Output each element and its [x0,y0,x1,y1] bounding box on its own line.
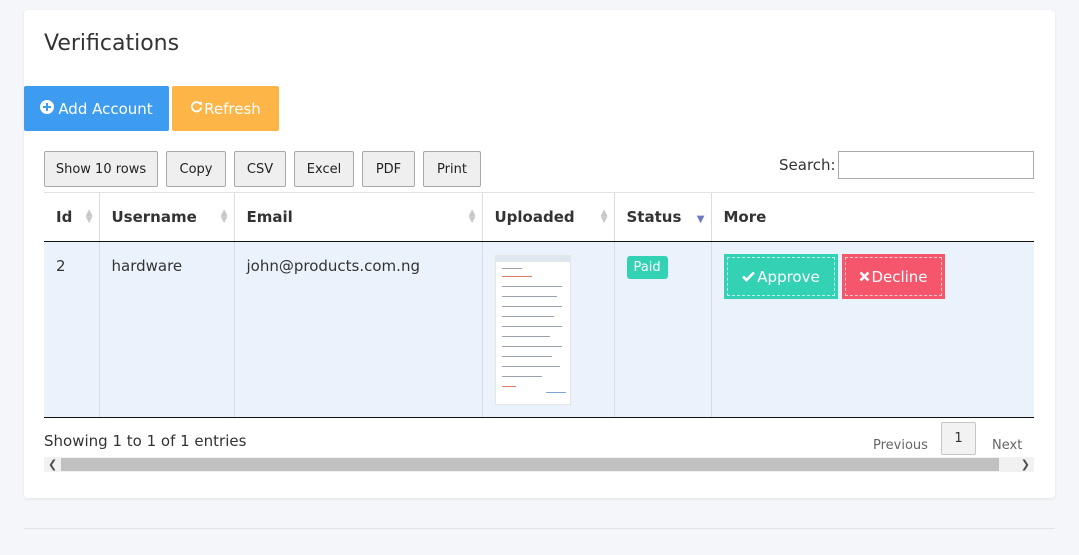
horizontal-scrollbar[interactable]: ❮ ❯ [44,457,1034,472]
column-header-email[interactable]: Email ▲ ▼ [234,193,483,242]
page-title: Verifications [44,31,180,56]
cell-username: hardware [99,241,235,418]
uploaded-document-thumbnail[interactable] [494,254,571,405]
add-account-button[interactable]: Add Account [24,86,169,131]
plus-circle-icon [40,99,55,118]
verifications-table: Id ▲ ▼ Username ▲ ▼ Email ▲ ▼ Uploaded ▲ ▼ Statu… [44,192,1034,418]
scroll-left-icon[interactable]: ❮ [48,457,57,472]
search-label: Search: [779,156,836,174]
table-info: Showing 1 to 1 of 1 entries [44,432,247,450]
sort-icon: ▲ ▼ [468,208,476,225]
column-header-label: Status [626,207,682,226]
cell-id: 2 [44,241,100,418]
copy-button[interactable]: Copy [166,151,226,187]
csv-button[interactable]: CSV [234,151,286,187]
column-header-label: More [723,207,767,226]
refresh-icon [190,100,203,117]
scroll-right-icon[interactable]: ❯ [1021,457,1030,472]
page-number-button[interactable]: 1 [941,422,976,455]
column-header-label: Email [246,207,293,226]
column-header-label: Username [111,207,197,226]
add-account-label: Add Account [58,99,153,118]
search-input[interactable] [838,151,1034,179]
sort-desc-icon: ▼ [696,214,705,225]
footer-divider [24,528,1055,529]
column-header-status[interactable]: Status ▼ [614,193,712,242]
previous-page-button[interactable]: Previous [873,438,928,453]
verifications-card: Verifications Add Account Refresh Show 1… [24,10,1055,498]
decline-button[interactable]: Decline [842,254,945,299]
sort-icon: ▲ ▼ [600,208,608,225]
approve-button[interactable]: Approve [724,254,838,299]
show-rows-button[interactable]: Show 10 rows [44,151,158,187]
refresh-button[interactable]: Refresh [172,86,279,131]
scrollbar-thumb[interactable] [61,458,999,471]
column-header-uploaded[interactable]: Uploaded ▲ ▼ [482,193,615,242]
next-page-button[interactable]: Next [992,438,1022,453]
column-header-label: Uploaded [494,207,575,226]
pdf-button[interactable]: PDF [362,151,415,187]
column-header-username[interactable]: Username ▲ ▼ [99,193,235,242]
sort-icon: ▲ ▼ [220,208,228,225]
status-badge: Paid [626,255,668,279]
column-header-label: Id [56,207,73,226]
cell-status: Paid [614,241,712,418]
refresh-label: Refresh [204,99,261,118]
cell-uploaded [482,241,615,418]
print-button[interactable]: Print [423,151,481,187]
column-header-id[interactable]: Id ▲ ▼ [44,193,100,242]
column-header-more: More [711,193,1034,242]
sort-icon: ▲ ▼ [85,208,93,225]
cell-email: john@products.com.ng [234,241,483,418]
table-header-row: Id ▲ ▼ Username ▲ ▼ Email ▲ ▼ Uploaded ▲ ▼ Statu… [44,193,1034,242]
excel-button[interactable]: Excel [294,151,354,187]
